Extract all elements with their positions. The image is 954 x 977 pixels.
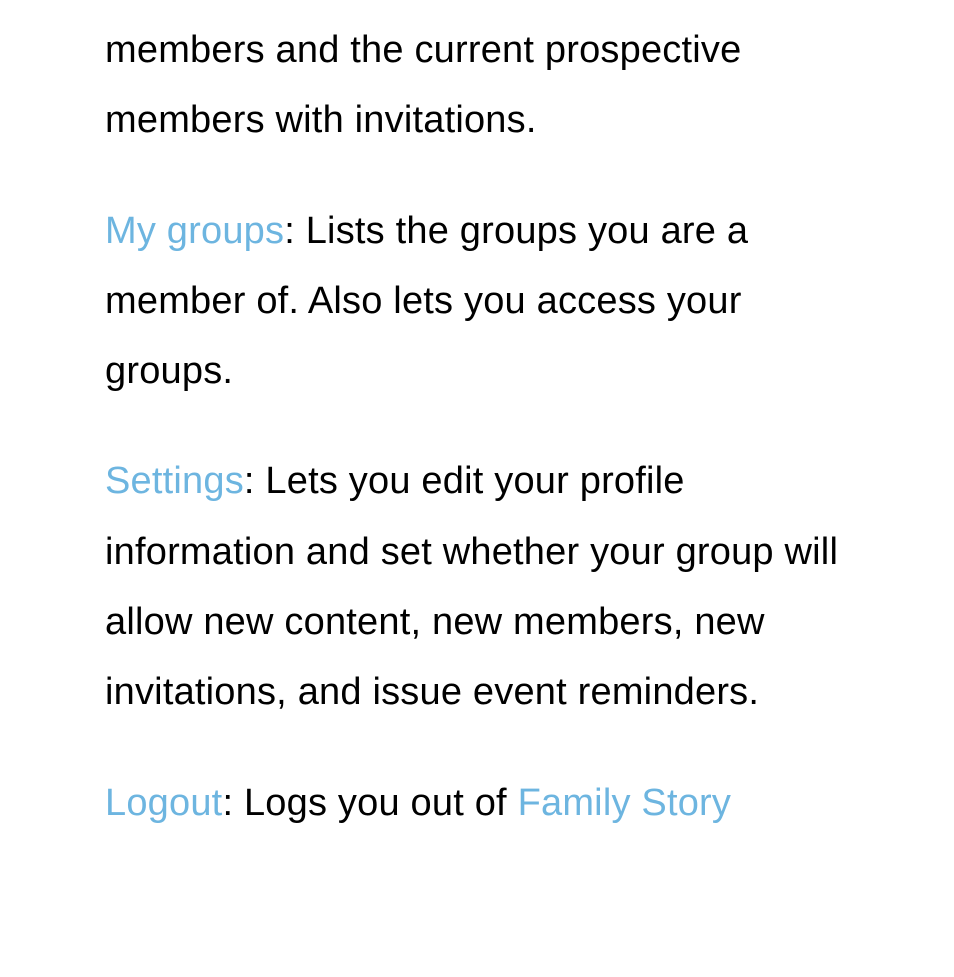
paragraph-members: members and the current prospective memb… bbox=[105, 15, 859, 156]
paragraph-logout: Logout: Logs you out of Family Story bbox=[105, 768, 859, 838]
logout-description-before: : Logs you out of bbox=[222, 782, 517, 824]
paragraph-my-groups: My groups: Lists the groups you are a me… bbox=[105, 196, 859, 407]
settings-link[interactable]: Settings bbox=[105, 460, 244, 502]
paragraph-members-text: members and the current prospective memb… bbox=[105, 29, 741, 141]
paragraph-settings: Settings: Lets you edit your profile inf… bbox=[105, 446, 859, 727]
family-story-link[interactable]: Family Story bbox=[518, 782, 732, 824]
my-groups-link[interactable]: My groups bbox=[105, 210, 284, 252]
logout-link[interactable]: Logout bbox=[105, 782, 222, 824]
